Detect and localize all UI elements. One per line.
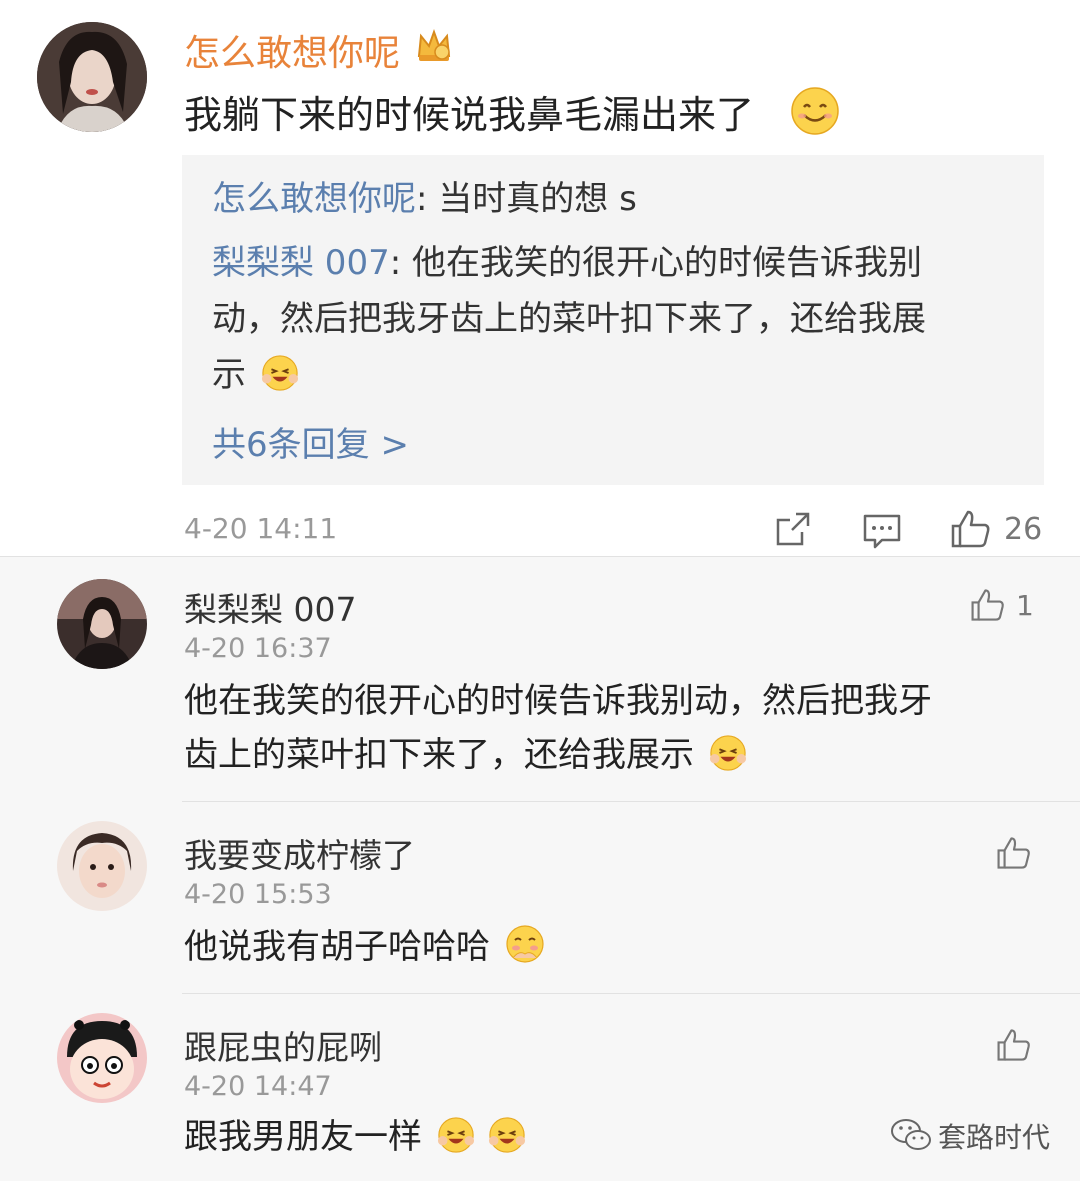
comment-text: 跟我男朋友一样	[184, 1109, 526, 1165]
watermark: 套路时代	[890, 1112, 1060, 1156]
avatar[interactable]	[57, 579, 147, 669]
comment-text-continued: 齿上的菜叶扣下来了，还给我展示	[184, 727, 747, 783]
smile-emoji-icon	[790, 86, 840, 136]
reply-author[interactable]: 怎么敢想你呢	[212, 179, 416, 219]
like-count: 26	[1004, 512, 1043, 547]
author-name[interactable]: 怎么敢想你呢	[184, 24, 400, 76]
comment-text-body: 他说我有胡子哈哈哈	[184, 927, 490, 967]
avatar[interactable]	[37, 22, 147, 132]
reply-author[interactable]: 梨梨梨 007	[212, 243, 390, 283]
grin-emoji-icon	[437, 1117, 474, 1153]
reply-item: 梨梨梨 007: 他在我笑的很开心的时候告诉我别	[212, 235, 922, 291]
reply-preview-box[interactable]: 怎么敢想你呢: 当时真的想 s 梨梨梨 007: 他在我笑的很开心的时候告诉我别…	[182, 155, 1044, 485]
like-icon[interactable]	[996, 835, 1032, 875]
reply-text-end: 示	[212, 355, 246, 395]
author-name[interactable]: 跟屁虫的屁咧	[184, 1021, 382, 1069]
comment-text: 他说我有胡子哈哈哈	[184, 919, 545, 975]
divider	[182, 993, 1080, 994]
like-icon[interactable]	[970, 587, 1006, 627]
reply-text: : 当时真的想 s	[416, 179, 637, 219]
avatar[interactable]	[57, 821, 147, 911]
sub-comments: 梨梨梨 007 4-20 16:37 他在我笑的很开心的时候告诉我别动，然后把我…	[0, 556, 1080, 1181]
reply-text-continued: 示	[212, 347, 299, 403]
grin-emoji-icon	[709, 735, 746, 771]
like-icon[interactable]	[950, 508, 992, 554]
comment-text-end: 齿上的菜叶扣下来了，还给我展示	[184, 735, 694, 775]
wechat-icon	[891, 1119, 931, 1150]
comment-time: 4-20 14:11	[184, 512, 338, 545]
author-name[interactable]: 梨梨梨 007	[184, 583, 356, 631]
view-all-replies-link[interactable]: 共6条回复 >	[212, 417, 409, 466]
avatar[interactable]	[57, 1013, 147, 1103]
like-icon[interactable]	[996, 1027, 1032, 1067]
like-count: 1	[1016, 589, 1034, 622]
main-comment: 怎么敢想你呢 我躺下来的时候说我鼻毛漏出来了 怎么敢想你呢: 当时真的想 s 梨…	[0, 0, 1080, 556]
author-name[interactable]: 我要变成柠檬了	[184, 829, 415, 877]
comment-icon[interactable]	[862, 512, 902, 554]
watermark-text: 套路时代	[938, 1121, 1051, 1154]
comment-text: 他在我笑的很开心的时候告诉我别动，然后把我牙	[184, 681, 932, 721]
grin-emoji-icon	[261, 355, 298, 391]
reply-item: 怎么敢想你呢: 当时真的想 s	[212, 171, 637, 227]
reply-text-continued: 动，然后把我牙齿上的菜叶扣下来了，还给我展	[212, 299, 926, 339]
divider	[182, 801, 1080, 802]
grin-emoji-icon	[488, 1117, 525, 1153]
comment-text: 我躺下来的时候说我鼻毛漏出来了	[184, 93, 755, 137]
shy-emoji-icon	[506, 925, 544, 963]
comment-time: 4-20 14:47	[184, 1071, 332, 1102]
comment-text-body: 跟我男朋友一样	[184, 1117, 422, 1157]
reply-text: : 他在我笑的很开心的时候告诉我别	[389, 243, 922, 283]
comment-time: 4-20 16:37	[184, 633, 332, 664]
share-icon[interactable]	[774, 510, 812, 552]
vip-crown-icon	[415, 28, 453, 64]
comment-time: 4-20 15:53	[184, 879, 332, 910]
